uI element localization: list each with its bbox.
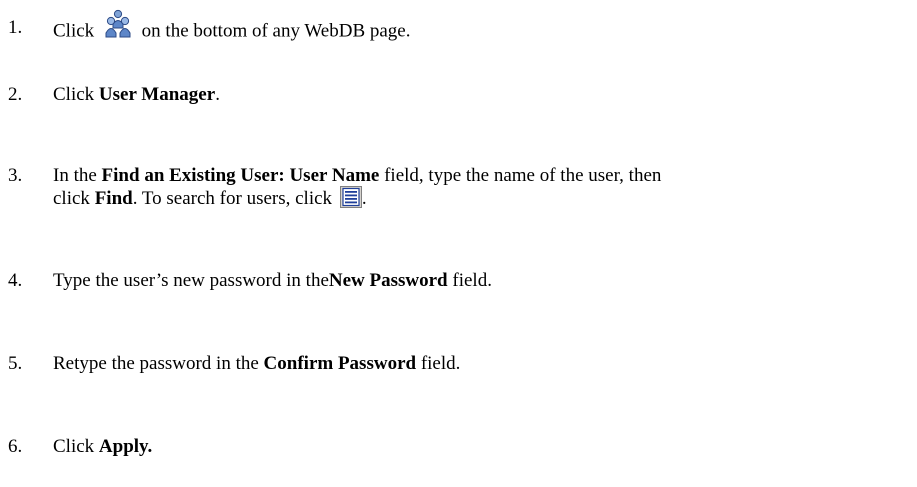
step-text: Retype the password in the Confirm Passw… [53,353,460,375]
list-icon[interactable] [339,185,362,208]
step-text: Click on the bottom of any WebDB page. [53,9,411,47]
step-number: 1. [8,17,23,38]
ui-term: Find [94,188,133,209]
step-number: 3. [8,165,23,186]
step-text-post: field. [416,353,461,374]
step-text-pre: Click [53,436,99,457]
step-text-post: field, type the name of the user, then [379,165,662,186]
step-number: 2. [8,84,23,105]
step-text: In the Find an Existing User: User Name … [53,165,661,187]
step-text-pre: Type the user’s new password in the [53,270,329,291]
step-text-end: . [361,188,367,209]
users-icon[interactable] [103,9,133,39]
step-text-pre: Click [53,20,99,42]
ui-term: User Manager [98,84,216,105]
ui-term: New Password [328,270,448,291]
step-text-post: on the bottom of any WebDB page. [136,20,411,42]
ui-term: Find an Existing User: User Name [101,165,380,186]
ui-term: Confirm Password [263,353,417,374]
step-text-post: . [215,84,220,105]
step-text: Type the user’s new password in theNew P… [53,270,492,292]
document: 1. Click on the bottom of any WebDB page… [0,0,917,487]
step-text-pre: Retype the password in the [53,353,264,374]
step-text-line2: click Find. To search for users, click . [53,185,367,211]
step-text: Click Apply. [53,436,152,458]
ui-term: Apply. [98,436,153,457]
step-text-pre: click [53,188,95,209]
step-text: Click User Manager. [53,84,220,106]
step-number: 5. [8,353,23,374]
step-text-pre: Click [53,84,99,105]
step-text-pre: In the [53,165,102,186]
step-number: 4. [8,270,23,291]
step-number: 6. [8,436,23,457]
step-text-mid: . To search for users, click [132,188,337,209]
step-text-post: field. [447,270,492,291]
